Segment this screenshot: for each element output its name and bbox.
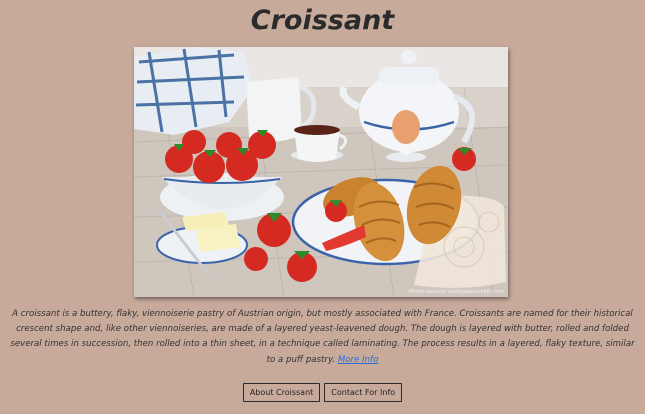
photo-credit: Photo source: wallpaperscraft.com [408, 289, 504, 295]
page-title: Croissant [250, 5, 395, 36]
about-croissant-button[interactable]: About Croissant [242, 383, 321, 402]
more-info-link[interactable]: More Info [338, 355, 379, 365]
croissant-photo: Photo source: wallpaperscraft.com [134, 47, 508, 297]
description-paragraph: A croissant is a buttery, flaky, viennoi… [8, 307, 637, 368]
contact-for-info-button[interactable]: Contact For Info [324, 383, 403, 402]
description-text: A croissant is a buttery, flaky, viennoi… [10, 309, 635, 365]
button-row: About Croissant Contact For Info [0, 383, 645, 402]
